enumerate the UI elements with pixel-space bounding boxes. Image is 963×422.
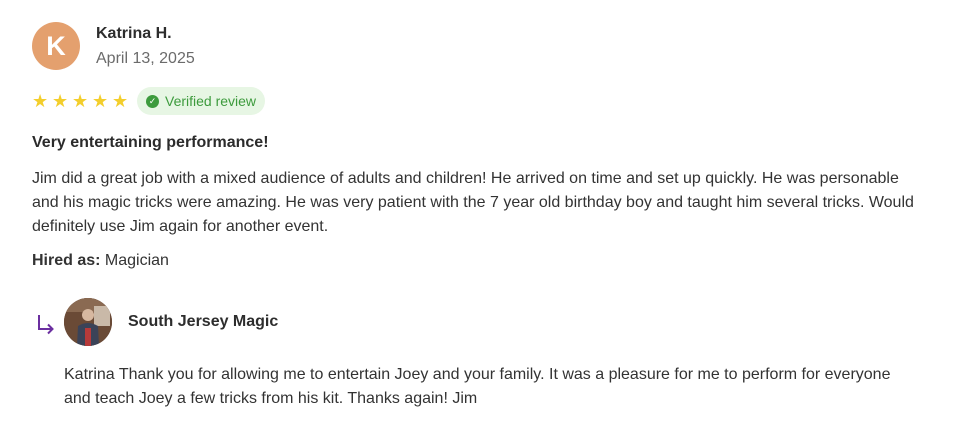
star-rating: ★ ★ ★ ★ ★ (32, 92, 129, 110)
rating-row: ★ ★ ★ ★ ★ ✓ Verified review (32, 86, 932, 116)
star-icon: ★ (32, 91, 49, 111)
hired-as: Hired as: Magician (32, 252, 932, 270)
reply-header: South Jersey Magic (32, 298, 932, 346)
business-photo (64, 298, 112, 346)
review-header: K Katrina H. April 13, 2025 (32, 22, 932, 70)
reply-arrow-icon (38, 315, 54, 335)
verified-label: Verified review (165, 93, 257, 109)
reviewer-info: Katrina H. April 13, 2025 (96, 23, 195, 70)
hired-as-label: Hired as: (32, 252, 101, 269)
check-circle-icon: ✓ (146, 94, 159, 108)
reply-text: Katrina Thank you for allowing me to ent… (64, 366, 891, 407)
star-icon: ★ (52, 91, 69, 111)
star-icon: ★ (72, 91, 89, 111)
review-card: K Katrina H. April 13, 2025 ★ ★ ★ ★ ★ ✓ … (32, 22, 932, 270)
business-reply: South Jersey Magic Katrina Thank you for… (32, 298, 932, 411)
review-body: Jim did a great job with a mixed audienc… (32, 170, 914, 235)
business-name: South Jersey Magic (128, 313, 279, 330)
review-date: April 13, 2025 (96, 49, 195, 67)
verified-badge: ✓ Verified review (137, 87, 266, 115)
reviewer-name: Katrina H. (96, 24, 172, 42)
star-icon: ★ (92, 91, 109, 111)
business-avatar (64, 298, 112, 346)
star-icon: ★ (112, 91, 129, 111)
avatar: K (32, 22, 80, 70)
review-title: Very entertaining performance! (32, 134, 269, 151)
hired-as-value: Magician (104, 252, 169, 269)
